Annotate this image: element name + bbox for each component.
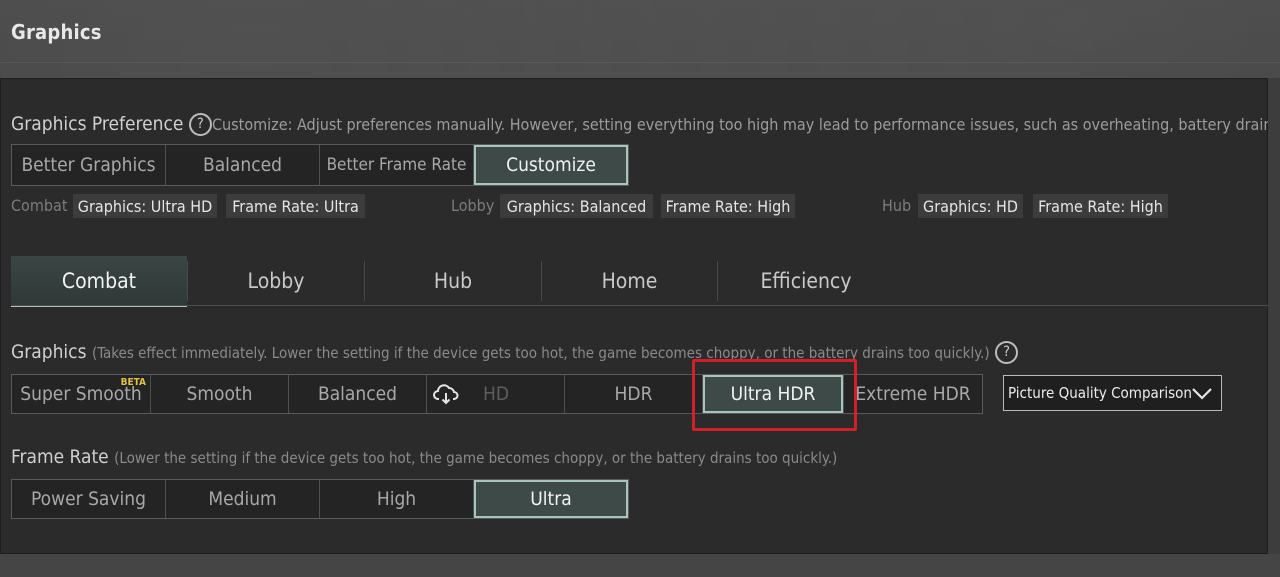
frame-rate-label: Frame Rate (Lower the setting if the dev… [11,446,837,468]
tabs-underline [11,305,1269,306]
preference-option-better-frame-rate[interactable]: Better Frame Rate [320,145,474,185]
preference-option-better-graphics[interactable]: Better Graphics [12,145,166,185]
summary-combat-frame-rate: Frame Rate: Ultra [226,194,365,218]
panel-footer [0,554,1280,577]
summary-lobby-label: Lobby [451,196,495,215]
tab-lobby[interactable]: Lobby [188,256,364,306]
preference-option-balanced[interactable]: Balanced [166,145,320,185]
summary-combat-label: Combat [11,196,68,215]
graphics-option-hdr[interactable]: HDR [565,375,703,413]
panel-edge [1268,78,1280,554]
preference-option-customize[interactable]: Customize [474,145,628,185]
summary-hub-graphics: Graphics: HD [918,194,1023,218]
graphics-title: Graphics [11,341,87,363]
graphics-preference-description: Customize: Adjust preferences manually. … [212,115,1268,134]
summary-lobby-frame-rate: Frame Rate: High [661,194,795,218]
frame-rate-option-medium[interactable]: Medium [166,480,320,518]
graphics-label: Graphics (Takes effect immediately. Lowe… [11,341,1019,364]
graphics-option-balanced[interactable]: Balanced [289,375,427,413]
picture-quality-comparison-label: Picture Quality Comparison [1008,384,1192,402]
beta-badge: BETA [120,377,146,388]
frame-rate-option-high[interactable]: High [320,480,474,518]
graphics-option-extreme-hdr[interactable]: Extreme HDR [844,375,982,413]
page-title: Graphics [11,20,102,44]
summary-lobby-graphics: Graphics: Balanced [500,194,653,218]
summary-hub-frame-rate: Frame Rate: High [1033,194,1168,218]
summary-hub-label: Hub [882,196,912,215]
summary-combat-graphics: Graphics: Ultra HD [73,194,217,218]
graphics-preference-selector: Better Graphics Balanced Better Frame Ra… [11,144,629,186]
graphics-option-super-smooth[interactable]: Super Smooth BETA [12,375,151,413]
tab-efficiency[interactable]: Efficiency [718,256,894,306]
tab-home[interactable]: Home [542,256,717,306]
frame-rate-selector: Power Saving Medium High Ultra [11,479,629,519]
graphics-option-hd-label: HD [483,383,510,405]
highlight-annotation [692,359,857,431]
chevron-down-icon [1192,388,1212,400]
question-icon[interactable]: ? [188,113,212,136]
cloud-download-icon [433,384,459,405]
title-bar: Graphics [0,0,1280,63]
mode-tabs: Combat Lobby Hub Home Efficiency [11,256,1269,307]
frame-rate-title: Frame Rate [11,446,109,468]
graphics-option-smooth[interactable]: Smooth [151,375,289,413]
graphics-preference-label: Graphics Preference ? [11,113,212,136]
graphics-option-hd[interactable]: HD [427,375,565,413]
frame-rate-hint: (Lower the setting if the device gets to… [114,449,838,467]
question-icon[interactable]: ? [995,341,1019,364]
tab-hub[interactable]: Hub [365,256,541,306]
frame-rate-option-power-saving[interactable]: Power Saving [12,480,166,518]
picture-quality-comparison-dropdown[interactable]: Picture Quality Comparison [1003,375,1222,411]
tab-combat[interactable]: Combat [11,256,187,307]
graphics-preference-title: Graphics Preference [11,113,184,135]
frame-rate-option-ultra[interactable]: Ultra [474,480,628,518]
